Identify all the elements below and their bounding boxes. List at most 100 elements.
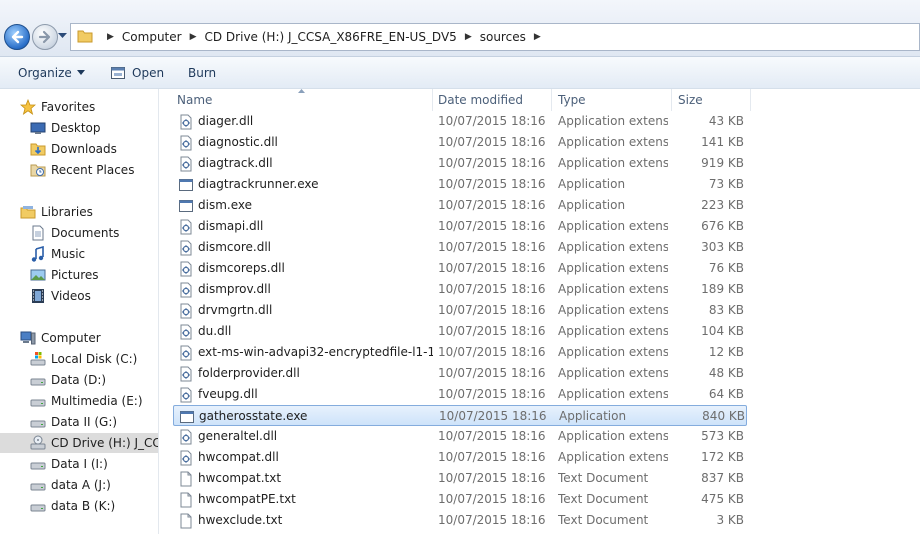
file-name: hwcompat.dll [198, 450, 279, 464]
nav-libraries[interactable]: Libraries [20, 202, 158, 222]
nav-item-recent-places[interactable]: Recent Places [30, 160, 158, 180]
file-type: Text Document [558, 513, 649, 527]
nav-item-data-i-i[interactable]: Data I (I:) [30, 454, 158, 474]
breadcrumb-separator-icon[interactable]: ▶ [534, 32, 541, 42]
file-date-modified: 10/07/2015 18:16 [438, 387, 546, 401]
exe-icon [178, 198, 194, 214]
file-type: Application extens... [558, 303, 668, 317]
table-row[interactable]: dismcoreps.dll 10/07/2015 18:16 Applicatio… [173, 258, 747, 279]
dll-icon [178, 135, 194, 151]
table-row[interactable]: diagtrackrunner.exe 10/07/2015 18:16 Appli… [173, 174, 747, 195]
column-divider[interactable] [551, 89, 552, 111]
breadcrumb-item[interactable]: CD Drive (H:) J_CCSA_X86FRE_EN-US_DV5 [205, 30, 457, 44]
file-size: 104 KB [701, 324, 744, 338]
table-row[interactable]: ext-ms-win-advapi32-encryptedfile-l1-1-.… [173, 342, 747, 363]
table-row[interactable]: drvmgrtn.dll 10/07/2015 18:16 Application … [173, 300, 747, 321]
table-row[interactable]: dismprov.dll 10/07/2015 18:16 Application … [173, 279, 747, 300]
file-type: Application extens... [558, 387, 668, 401]
navigation-pane: Favorites Desktop Downloads Recent Place… [0, 89, 159, 534]
organize-button[interactable]: Organize [18, 57, 85, 88]
column-divider[interactable] [432, 89, 433, 111]
nav-computer[interactable]: Computer [20, 328, 158, 348]
address-input[interactable]: ▶ Computer ▶ CD Drive (H:) J_CCSA_X86FRE_EN… [70, 23, 920, 51]
star-icon [20, 99, 36, 115]
hard-drive-icon [30, 399, 46, 407]
nav-item-pictures-label: Pictures [51, 268, 99, 282]
file-type: Application extens... [558, 240, 668, 254]
table-row[interactable]: hwcompat.dll 10/07/2015 18:16 Application … [173, 447, 747, 468]
table-row[interactable]: hwcompatPE.txt 10/07/2015 18:16 Text Docum… [173, 489, 747, 510]
file-name: dismcore.dll [198, 240, 271, 254]
back-button[interactable] [4, 24, 30, 50]
nav-item-local-disk-c[interactable]: Local Disk (C:) [30, 349, 158, 369]
nav-item-videos-label: Videos [51, 289, 91, 303]
file-type: Application extens... [558, 261, 668, 275]
nav-favorites[interactable]: Favorites [20, 97, 158, 117]
table-row[interactable]: gatherosstate.exe 10/07/2015 18:16 Applica… [173, 405, 747, 426]
table-row[interactable]: hwexclude.txt 10/07/2015 18:16 Text Docume… [173, 510, 747, 531]
open-button[interactable]: Open [110, 57, 164, 88]
column-header-name[interactable]: Name [177, 89, 432, 111]
nav-item-documents-label: Documents [51, 226, 120, 240]
nav-item-data-a-j[interactable]: data A (J:) [30, 475, 158, 495]
table-row[interactable]: folderprovider.dll 10/07/2015 18:16 Applic… [173, 363, 747, 384]
recent-places-icon [30, 164, 46, 177]
file-name: hwcompat.txt [198, 471, 282, 485]
nav-item-data-b-k[interactable]: data B (K:) [30, 496, 158, 516]
table-row[interactable]: diagtrack.dll 10/07/2015 18:16 Application… [173, 153, 747, 174]
file-type: Application extens... [558, 282, 668, 296]
table-row[interactable]: dismapi.dll 10/07/2015 18:16 Application e… [173, 216, 747, 237]
recent-pages-dropdown-icon[interactable] [58, 33, 67, 39]
dll-icon [178, 156, 194, 172]
dll-icon [178, 261, 194, 277]
nav-item-documents[interactable]: Documents [30, 223, 158, 243]
column-header-type[interactable]: Type [558, 89, 671, 111]
column-header-size[interactable]: Size [678, 89, 750, 111]
dll-icon [178, 429, 194, 445]
file-date-modified: 10/07/2015 18:16 [438, 303, 546, 317]
nav-item-downloads[interactable]: Downloads [30, 139, 158, 159]
nav-item-music[interactable]: Music [30, 244, 158, 264]
table-row[interactable]: dismcore.dll 10/07/2015 18:16 Application … [173, 237, 747, 258]
dll-icon [178, 324, 194, 340]
windows-system-drive-icon [30, 352, 46, 366]
nav-item-multimedia-e[interactable]: Multimedia (E:) [30, 391, 158, 411]
breadcrumb-separator-icon[interactable]: ▶ [190, 32, 197, 42]
forward-button[interactable] [32, 24, 58, 50]
table-row[interactable]: hwcompat.txt 10/07/2015 18:16 Text Documen… [173, 468, 747, 489]
nav-item-cd-drive-h[interactable]: CD Drive (H:) J_CCSA [0, 433, 158, 453]
file-type: Text Document [558, 492, 649, 506]
column-header-name-label: Name [177, 93, 213, 107]
breadcrumb: ▶ Computer ▶ CD Drive (H:) J_CCSA_X86FRE_EN… [99, 24, 549, 50]
nav-favorites-label: Favorites [41, 100, 96, 114]
dll-icon [178, 387, 194, 403]
burn-button[interactable]: Burn [188, 57, 216, 88]
column-divider[interactable] [750, 89, 751, 111]
table-row[interactable]: dism.exe 10/07/2015 18:16 Application 223 K… [173, 195, 747, 216]
nav-item-videos[interactable]: Videos [30, 286, 158, 306]
cd-drive-icon [30, 435, 46, 450]
table-row[interactable]: generaltel.dll 10/07/2015 18:16 Applicatio… [173, 426, 747, 447]
column-divider[interactable] [671, 89, 672, 111]
file-type: Application extens... [558, 135, 668, 149]
breadcrumb-separator-icon[interactable]: ▶ [107, 32, 114, 42]
nav-item-label: data B (K:) [51, 499, 116, 513]
table-row[interactable]: diagnostic.dll 10/07/2015 18:16 Applicatio… [173, 132, 747, 153]
nav-item-desktop[interactable]: Desktop [30, 118, 158, 138]
column-header-date[interactable]: Date modified [438, 89, 551, 111]
breadcrumb-separator-icon[interactable]: ▶ [465, 32, 472, 42]
table-row[interactable]: diager.dll 10/07/2015 18:16 Application ex… [173, 111, 747, 132]
breadcrumb-item[interactable]: Computer [122, 30, 182, 44]
table-row[interactable]: du.dll 10/07/2015 18:16 Application extens… [173, 321, 747, 342]
nav-item-data-ii-g[interactable]: Data II (G:) [30, 412, 158, 432]
file-size: 12 KB [708, 345, 744, 359]
nav-item-pictures[interactable]: Pictures [30, 265, 158, 285]
table-row[interactable]: fveupg.dll 10/07/2015 18:16 Application ex… [173, 384, 747, 405]
file-date-modified: 10/07/2015 18:16 [438, 135, 546, 149]
breadcrumb-item[interactable]: sources [480, 30, 526, 44]
file-size: 64 KB [708, 387, 744, 401]
txt-icon [178, 471, 194, 487]
nav-item-data-d[interactable]: Data (D:) [30, 370, 158, 390]
hard-drive-icon [30, 483, 46, 491]
file-list-pane: Name Date modified Type Size diager.dll 1… [159, 89, 920, 534]
